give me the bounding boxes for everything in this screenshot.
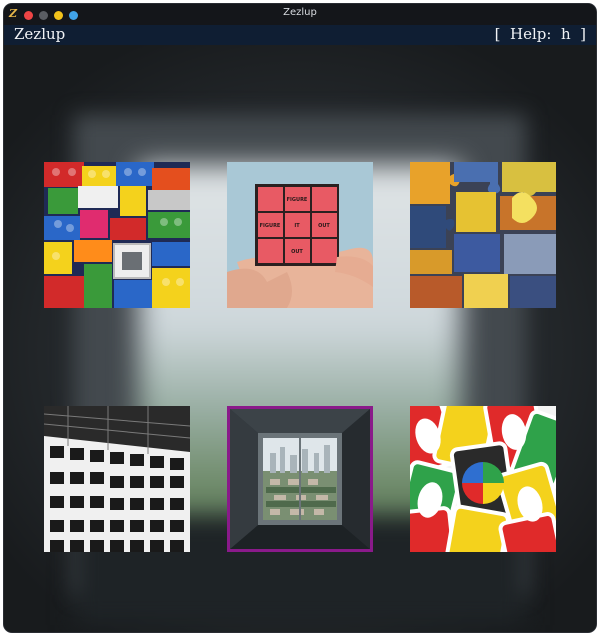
puzzle-tile-jigsaw[interactable] — [410, 162, 556, 308]
app-name-label: Zezlup — [14, 25, 66, 43]
cube-word-4: OUT — [318, 223, 330, 229]
menu-bar: Zezlup [ Help: h ] — [4, 25, 596, 45]
building-facade-image — [44, 406, 190, 552]
rubiks-cube-image: FIGURE FIGURE IT OUT OUT — [227, 162, 373, 308]
cube-word-3: IT — [294, 223, 300, 229]
lego-bricks-image — [44, 162, 190, 308]
puzzle-tile-lego[interactable] — [44, 162, 190, 308]
jigsaw-pieces-image — [410, 162, 556, 308]
uno-cards-image — [410, 406, 556, 552]
cube-word-5: OUT — [291, 249, 303, 255]
puzzle-tile-rubiks-cube[interactable]: FIGURE FIGURE IT OUT OUT — [227, 162, 373, 308]
window-city-image — [230, 409, 370, 549]
puzzle-tile-window[interactable] — [230, 409, 370, 549]
puzzle-selection-stage: FIGURE FIGURE IT OUT OUT — [4, 45, 596, 632]
cube-word-1: FIGURE — [287, 197, 308, 203]
puzzle-tile-uno[interactable] — [410, 406, 556, 552]
window-title: Zezlup — [283, 7, 317, 18]
app-window: Z Zezlup Zezlup [ Help: h ] FIGURE FIGUR… — [4, 4, 596, 632]
cube-word-2: FIGURE — [260, 223, 281, 229]
puzzle-tile-building[interactable] — [44, 406, 190, 552]
help-hint[interactable]: [ Help: h ] — [495, 25, 586, 43]
title-bar: Z Zezlup — [4, 4, 596, 25]
